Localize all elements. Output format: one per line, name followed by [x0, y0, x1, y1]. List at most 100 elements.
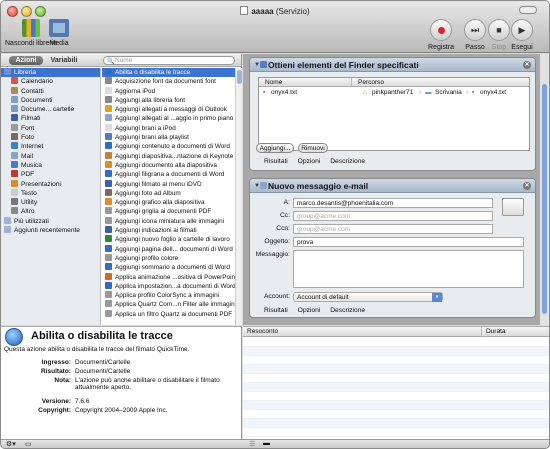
action-item[interactable]: Acquisizione font da documenti font [102, 77, 235, 86]
action-item[interactable]: Applica impostazion...a documenti di Wor… [102, 281, 235, 291]
column-name[interactable]: Nome [259, 78, 351, 87]
category-item[interactable]: Mail [1, 151, 100, 161]
toolbar-toggle-button[interactable] [519, 6, 537, 14]
new-mail-action[interactable]: ▼ Nuovo messaggio e-mail ✕ A: marco.desa… [249, 178, 536, 318]
tab-description[interactable]: Descrizione [330, 158, 365, 165]
action-item[interactable]: Aggiungi sommario a documenti di Word [102, 263, 235, 272]
run-button[interactable]: ▶ Esegui [511, 19, 533, 51]
action-item[interactable]: Aggiungi brani a iPod [102, 123, 235, 133]
action-item[interactable]: Applica animazione ...ositiva di PowerPo… [102, 272, 235, 282]
action-item[interactable]: Aggiungi allegati al ...aggio in primo p… [102, 114, 235, 123]
action-item[interactable]: Aggiungi filmato al menu iDVD [102, 179, 235, 189]
subject-field[interactable]: prova [293, 237, 524, 247]
action-item[interactable]: Aggiungi pagina dell... documenti di Wor… [102, 244, 235, 254]
action-item[interactable]: Applica un filtro Quartz ai documenti PD… [102, 309, 235, 319]
category-item[interactable]: Musica [1, 160, 100, 170]
action-item[interactable]: Aggiungi foto ad Album [102, 188, 235, 198]
action-item[interactable]: Aggiungi brani alla playlist [102, 133, 235, 142]
category-item[interactable]: Documenti [1, 95, 100, 105]
category-item[interactable]: Contatti [1, 86, 100, 96]
window-title: aaaaa (Servizio) [1, 6, 549, 16]
category-item[interactable]: Internet [1, 142, 100, 151]
to-field[interactable]: marco.desantis@phoenitalia.com [293, 198, 493, 208]
category-item[interactable]: PDF [1, 170, 100, 179]
category-item[interactable]: Font [1, 123, 100, 133]
action-item[interactable]: Aggiungi diapositiva...ntazione di Keyno… [102, 151, 235, 161]
action-item[interactable]: Aggiungi nuovo foglio a cartelle di lavo… [102, 235, 235, 244]
category-item[interactable]: Foto [1, 133, 100, 142]
finder-items-action[interactable]: ▼ Ottieni elementi del Finder specificat… [249, 57, 536, 171]
category-item[interactable]: Aggiunti recentemente [1, 226, 100, 235]
toolbar: aaaaa (Servizio) Nascondi libreria Media… [1, 1, 549, 53]
action-item[interactable]: Aggiungi griglia ai documenti PDF [102, 207, 235, 216]
description-text: Questa azione abilita o disabilita le tr… [4, 346, 190, 353]
category-icon [11, 179, 18, 187]
category-icon [11, 151, 18, 159]
play-icon: ▶ [511, 19, 533, 41]
flow-view-icon[interactable]: ▬ [263, 440, 270, 447]
action-item[interactable]: Aggiungi alla libreria font [102, 95, 235, 105]
status-bar: ⚙▾ ▭ ☰ ▬ [1, 439, 549, 448]
column-path[interactable]: Percorso [351, 78, 529, 87]
action-icon [105, 68, 112, 75]
action-item[interactable]: Aggiungi indicazioni ai filmati [102, 226, 235, 235]
library-header: Azioni Variabili 🔍 Nome [1, 54, 241, 67]
tab-actions[interactable]: Azioni [9, 56, 43, 65]
remove-action-icon[interactable]: ✕ [523, 61, 531, 69]
action-item[interactable]: Aggiungi profilo colore [102, 253, 235, 263]
category-library[interactable]: Libreria [1, 68, 100, 78]
action-item[interactable]: Aggiungi documento alla diapositiva [102, 160, 235, 170]
action-item[interactable]: Aggiorna iPod [102, 86, 235, 96]
address-book-button[interactable] [502, 198, 524, 216]
category-item[interactable]: Presentazioni [1, 179, 100, 189]
tab-description[interactable]: Descrizione [330, 307, 365, 314]
action-icon [105, 207, 112, 215]
message-field[interactable] [293, 250, 524, 288]
category-item[interactable]: Utility [1, 198, 100, 207]
category-item[interactable]: Calendario [1, 77, 100, 86]
add-button[interactable]: Aggiungi... [256, 143, 294, 153]
action-item[interactable]: Aggiungi filigrana a documenti di Word [102, 170, 235, 179]
action-item[interactable]: Aggiungi contenuto a documenti di Word [102, 142, 235, 151]
tab-results[interactable]: Risultati [264, 158, 288, 165]
action-icon [105, 151, 112, 159]
action-item[interactable]: Abilita o disabilita le tracce [102, 68, 235, 78]
column-report[interactable]: Resoconto [247, 327, 278, 337]
action-item[interactable]: Aggiungi icona miniatura alle immagini [102, 216, 235, 226]
category-item[interactable]: Docume... cartelle [1, 105, 100, 114]
bcc-field[interactable]: group@acme.com [293, 224, 493, 234]
table-row[interactable]: ▪ onyx4.txt ⌂ pinkpanther71 › ▬ Scrivani… [259, 88, 529, 97]
action-list-scrollbar[interactable] [235, 68, 242, 325]
media-button[interactable]: Media [49, 19, 69, 47]
category-item[interactable]: Altro [1, 207, 100, 216]
tab-options[interactable]: Opzioni [298, 307, 321, 314]
tab-results[interactable]: Risultati [264, 307, 288, 314]
account-select[interactable]: Account di default ▾ [293, 292, 443, 302]
action-item[interactable]: Aggiungi allegati a messaggi di Outlook [102, 105, 235, 114]
stop-button[interactable]: ■ Stop [488, 19, 510, 51]
workflow-scrollbar[interactable] [540, 54, 549, 325]
list-view-icon[interactable]: ☰ [249, 440, 255, 448]
record-button[interactable]: Registra [428, 19, 454, 51]
category-item[interactable]: Filmati [1, 114, 100, 123]
tab-options[interactable]: Opzioni [298, 158, 321, 165]
home-icon: ⌂ [363, 89, 367, 96]
column-duration[interactable]: Durata [481, 327, 506, 337]
gear-icon[interactable]: ⚙▾ [6, 440, 16, 448]
category-item[interactable]: Testo [1, 188, 100, 198]
step-button[interactable]: ⏭ Passo [464, 19, 486, 51]
description-toggle-icon[interactable]: ▭ [25, 440, 32, 448]
action-item[interactable]: Aggiungi grafico alla diapositiva [102, 198, 235, 207]
cc-field[interactable]: group@acme.com [293, 211, 493, 221]
category-item[interactable]: Più utilizzati [1, 216, 100, 226]
mail-icon [260, 182, 267, 189]
log-header: Resoconto Durata [243, 327, 549, 337]
mail-action-header[interactable]: ▼ Nuovo messaggio e-mail ✕ [250, 179, 535, 193]
finder-action-header[interactable]: ▼ Ottieni elementi del Finder specificat… [250, 58, 535, 72]
remove-action-icon[interactable]: ✕ [523, 182, 531, 190]
action-item[interactable]: Applica Quartz Com...n Filter alle immag… [102, 300, 235, 309]
remove-button[interactable]: Rimuovi [298, 143, 328, 153]
search-input[interactable]: 🔍 Nome [103, 56, 235, 65]
action-item[interactable]: Applica profilo ColorSync a immagini [102, 291, 235, 300]
tab-variables[interactable]: Variabili [45, 56, 83, 65]
